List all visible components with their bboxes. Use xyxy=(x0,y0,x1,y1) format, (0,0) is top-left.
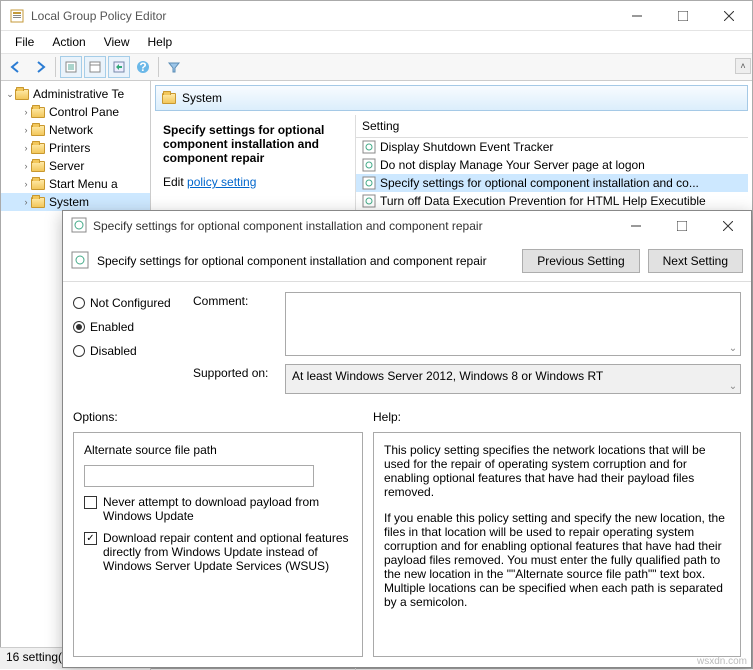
folder-icon xyxy=(15,89,29,100)
dialog-subheader: Specify settings for optional component … xyxy=(63,241,751,282)
setting-icon xyxy=(362,140,376,154)
checkbox-icon xyxy=(84,496,97,509)
list-item[interactable]: Turn off Data Execution Prevention for H… xyxy=(356,192,748,210)
alt-path-input[interactable] xyxy=(84,465,314,487)
options-panel: Alternate source file path Never attempt… xyxy=(73,432,363,657)
checkbox-download-wu[interactable]: ✓ Download repair content and optional f… xyxy=(84,531,352,573)
dialog-config-area: Not Configured Enabled Disabled Comment:… xyxy=(63,282,751,404)
setting-icon xyxy=(362,194,376,208)
help-panel[interactable]: This policy setting specifies the networ… xyxy=(373,432,741,657)
list-item-selected[interactable]: Specify settings for optional component … xyxy=(356,174,748,192)
maximize-button[interactable] xyxy=(660,1,706,31)
radio-icon xyxy=(73,345,85,357)
next-setting-button[interactable]: Next Setting xyxy=(648,249,743,273)
main-titlebar: Local Group Policy Editor xyxy=(1,1,752,31)
tree-item[interactable]: ›Control Pane xyxy=(1,103,150,121)
list-item[interactable]: Do not display Manage Your Server page a… xyxy=(356,156,748,174)
folder-icon xyxy=(31,143,45,154)
radio-not-configured[interactable]: Not Configured xyxy=(73,296,183,310)
comment-input[interactable]: ⌄ xyxy=(285,292,741,356)
app-icon xyxy=(9,8,25,24)
list-scroll-up-icon[interactable]: ˄ xyxy=(735,58,751,74)
path-label: System xyxy=(182,91,222,105)
radio-enabled[interactable]: Enabled xyxy=(73,320,183,334)
list-header[interactable]: Setting xyxy=(356,115,748,138)
dialog-minimize-button[interactable] xyxy=(613,211,659,241)
path-bar: System xyxy=(155,85,748,111)
menu-file[interactable]: File xyxy=(7,33,42,51)
dialog-subtitle: Specify settings for optional component … xyxy=(97,254,514,268)
svg-text:?: ? xyxy=(139,60,146,74)
toolbar: ? xyxy=(1,53,752,81)
folder-icon xyxy=(31,125,45,136)
help-text: If you enable this policy setting and sp… xyxy=(384,511,730,609)
checkbox-never-download[interactable]: Never attempt to download payload from W… xyxy=(84,495,352,523)
selected-heading: Specify settings for optional component … xyxy=(163,123,347,165)
help-text: This policy setting specifies the networ… xyxy=(384,443,730,499)
tree-item[interactable]: ›Printers xyxy=(1,139,150,157)
toolbar-btn-3[interactable] xyxy=(108,56,130,78)
resize-grip-icon: ⌄ xyxy=(726,341,740,355)
tree-item[interactable]: ›Network xyxy=(1,121,150,139)
setting-icon xyxy=(362,158,376,172)
folder-icon xyxy=(31,107,45,118)
folder-icon xyxy=(31,161,45,172)
edit-link-row: Edit policy setting xyxy=(163,175,347,189)
dialog-maximize-button[interactable] xyxy=(659,211,705,241)
back-button[interactable] xyxy=(5,56,27,78)
main-title: Local Group Policy Editor xyxy=(31,9,614,23)
dialog-title: Specify settings for optional component … xyxy=(93,219,613,233)
watermark: wsxdn.com xyxy=(697,656,747,667)
tree-item[interactable]: ›Server xyxy=(1,157,150,175)
radio-disabled[interactable]: Disabled xyxy=(73,344,183,358)
dialog-close-button[interactable] xyxy=(705,211,751,241)
help-label: Help: xyxy=(373,410,401,424)
setting-icon xyxy=(362,176,376,190)
tree-root[interactable]: ⌄ Administrative Te xyxy=(1,85,150,103)
radio-icon xyxy=(73,321,85,333)
folder-icon xyxy=(31,197,45,208)
filter-button[interactable] xyxy=(163,56,185,78)
folder-icon xyxy=(162,93,176,104)
close-button[interactable] xyxy=(706,1,752,31)
forward-button[interactable] xyxy=(29,56,51,78)
help-button[interactable]: ? xyxy=(132,56,154,78)
resize-grip-icon: ⌄ xyxy=(726,379,740,393)
previous-setting-button[interactable]: Previous Setting xyxy=(522,249,639,273)
edit-policy-link[interactable]: policy setting xyxy=(187,175,256,189)
minimize-button[interactable] xyxy=(614,1,660,31)
menu-help[interactable]: Help xyxy=(140,33,181,51)
supported-on-field: At least Windows Server 2012, Windows 8 … xyxy=(285,364,741,394)
tree-item-system[interactable]: ›System xyxy=(1,193,150,211)
menubar: File Action View Help xyxy=(1,31,752,53)
alt-path-label: Alternate source file path xyxy=(84,443,352,457)
radio-icon xyxy=(73,297,85,309)
options-label: Options: xyxy=(73,410,373,424)
toolbar-btn-1[interactable] xyxy=(60,56,82,78)
menu-view[interactable]: View xyxy=(96,33,138,51)
dialog-sub-icon xyxy=(71,251,89,272)
checkbox-icon-checked: ✓ xyxy=(84,532,97,545)
list-item[interactable]: Display Shutdown Event Tracker xyxy=(356,138,748,156)
policy-dialog: Specify settings for optional component … xyxy=(62,210,752,668)
dialog-titlebar: Specify settings for optional component … xyxy=(63,211,751,241)
comment-label: Comment: xyxy=(193,292,275,356)
toolbar-btn-2[interactable] xyxy=(84,56,106,78)
tree-item[interactable]: ›Start Menu a xyxy=(1,175,150,193)
folder-icon xyxy=(31,179,45,190)
menu-action[interactable]: Action xyxy=(44,33,93,51)
supported-label: Supported on: xyxy=(193,364,275,394)
dialog-icon xyxy=(71,217,87,236)
